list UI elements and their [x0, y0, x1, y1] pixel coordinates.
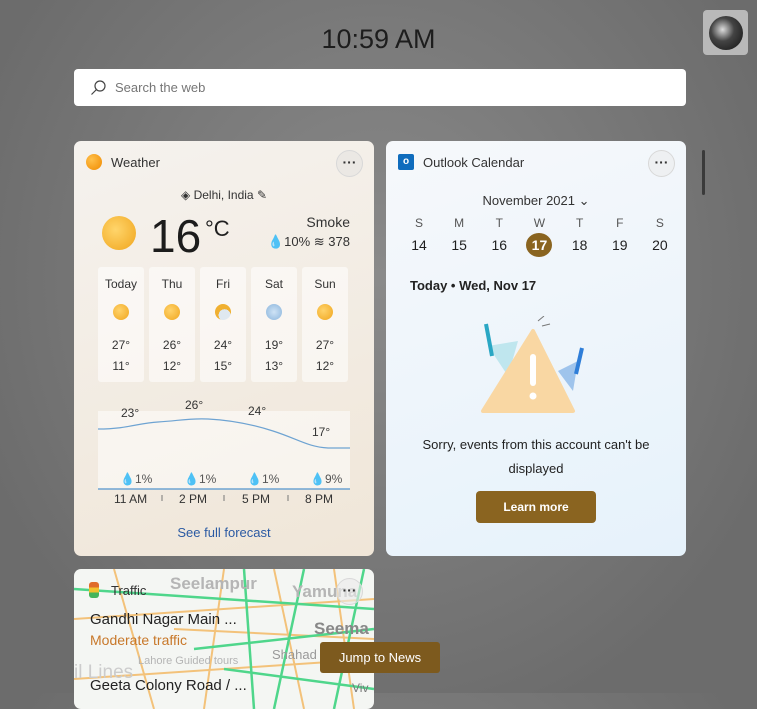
date-selected[interactable]: 17 — [526, 233, 553, 257]
search-icon — [91, 79, 106, 95]
hourly-time: 5 PM — [242, 492, 271, 506]
search-input[interactable]: Search the web — [74, 69, 686, 106]
date[interactable]: 15 — [446, 233, 472, 257]
high-temp: 27° — [111, 338, 131, 352]
hourly-rain: 9% — [324, 472, 343, 486]
hourly-temp: 17° — [312, 425, 331, 439]
jump-to-news-button[interactable]: Jump to News — [320, 642, 440, 673]
location-name: Delhi, India — [193, 188, 254, 202]
widget-title: Outlook Calendar — [423, 154, 525, 170]
partly-sunny-icon — [164, 304, 180, 320]
search-placeholder: Search the web — [115, 80, 206, 95]
condition: Smoke — [306, 214, 350, 230]
weekday: S — [414, 216, 423, 230]
weather-widget[interactable]: Weather ··· ◈ Delhi, India ✎ 16 °C Smoke… — [74, 141, 374, 556]
low-temp: 15° — [213, 359, 233, 373]
high-temp: 26° — [162, 338, 182, 352]
clock: 10:59 AM — [321, 24, 436, 54]
day-name: Thu — [161, 277, 183, 291]
outlook-icon: o — [398, 154, 414, 170]
weekday: W — [533, 216, 546, 230]
low-temp: 11° — [112, 359, 130, 373]
more-options-button[interactable]: ··· — [648, 150, 675, 177]
forecast-day[interactable]: Today 27° 11° — [98, 267, 144, 382]
high-temp: 27° — [315, 338, 335, 352]
more-options-button[interactable]: ··· — [336, 578, 363, 605]
precip-drop-icon: 💧 — [267, 234, 285, 249]
sunny-icon — [113, 304, 129, 320]
route-name[interactable]: Geeta Colony Road / ... — [90, 677, 247, 694]
low-temp: 13° — [264, 359, 284, 373]
hourly-rain: 1% — [198, 472, 217, 486]
edit-pencil-icon[interactable]: ✎ — [254, 188, 267, 202]
hourly-rain: 1% — [261, 472, 280, 486]
widget-title: Weather — [111, 154, 160, 170]
today-heading: Today • Wed, Nov 17 — [410, 278, 537, 293]
forecast-day[interactable]: Sun 27° 12° — [302, 267, 348, 382]
date[interactable]: 20 — [647, 233, 673, 257]
date-row: 14 15 16 17 18 19 20 — [406, 233, 673, 257]
temp-unit[interactable]: °C — [205, 216, 230, 242]
hourly-time: 2 PM — [179, 492, 208, 506]
date[interactable]: 18 — [567, 233, 593, 257]
day-name: Fri — [216, 277, 230, 291]
low-temp: 12° — [315, 359, 335, 373]
precip: 10% — [284, 234, 311, 249]
sunny-icon — [317, 304, 333, 320]
low-temp: 12° — [162, 359, 182, 373]
high-temp: 19° — [264, 338, 284, 352]
hourly-temp: 26° — [185, 398, 204, 412]
outlook-calendar-widget[interactable]: o Outlook Calendar ··· November 2021 ⌄ S M… — [386, 141, 686, 556]
month-label: November 2021 — [482, 193, 575, 208]
warning-illustration-icon — [481, 316, 584, 413]
more-options-button[interactable]: ··· — [336, 150, 363, 177]
weekday: T — [575, 216, 584, 230]
hourly-time: 11 AM — [114, 492, 148, 506]
user-avatar[interactable] — [703, 10, 748, 55]
current-temp: 16 — [150, 210, 202, 262]
route-name[interactable]: Gandhi Nagar Main ... — [90, 611, 237, 628]
day-name: Sun — [314, 277, 336, 291]
date[interactable]: 16 — [486, 233, 512, 257]
high-temp: 24° — [213, 338, 233, 352]
rain-showers-icon — [266, 304, 282, 320]
hourly-rain: 1% — [134, 472, 153, 486]
location-pin-icon: ◈ — [181, 188, 194, 202]
month-selector[interactable]: November 2021 ⌄ — [386, 193, 686, 209]
date[interactable]: 14 — [406, 233, 432, 257]
weekday-row: SMTWTFS — [406, 216, 673, 230]
chevron-down-icon: ⌄ — [578, 193, 590, 208]
hourly-temp: 23° — [121, 406, 140, 420]
aqi: 378 — [328, 234, 350, 249]
hourly-time: 8 PM — [305, 492, 334, 506]
traffic-status: Moderate traffic — [90, 632, 188, 648]
weekday: F — [616, 216, 624, 230]
error-message: Sorry, events from this account can't be… — [422, 437, 650, 476]
day-name: Sat — [264, 277, 283, 291]
map-label: Lahore Guided tours — [138, 655, 239, 667]
sun-icon — [102, 216, 136, 250]
aqi-icon: ≋ — [313, 234, 325, 249]
location[interactable]: ◈ Delhi, India ✎ — [74, 188, 374, 202]
see-full-forecast-link[interactable]: See full forecast — [74, 525, 374, 540]
forecast-day[interactable]: Sat 19° 13° — [251, 267, 297, 382]
hourly-temp: 24° — [248, 404, 267, 418]
widget-title: Traffic — [111, 582, 147, 598]
map-label: Seelampur — [170, 574, 257, 593]
map-label: Shahad — [272, 647, 317, 662]
date[interactable]: 19 — [607, 233, 633, 257]
forecast-day[interactable]: Fri 24° 15° — [200, 267, 246, 382]
learn-more-button[interactable]: Learn more — [476, 491, 596, 523]
weekday: M — [454, 216, 465, 230]
traffic-widget[interactable]: Seelampur Yamuna Seema Shahad Lahore Gui… — [74, 569, 374, 709]
forecast-day[interactable]: Thu 26° 12° — [149, 267, 195, 382]
scrollbar[interactable] — [702, 150, 705, 195]
weekday: S — [655, 216, 664, 230]
weekday: T — [495, 216, 503, 230]
day-name: Today — [104, 277, 138, 291]
traffic-light-icon — [89, 582, 99, 598]
partly-cloudy-icon — [215, 304, 231, 320]
map-label: Seema — [314, 619, 369, 638]
weather-app-icon — [86, 154, 102, 170]
